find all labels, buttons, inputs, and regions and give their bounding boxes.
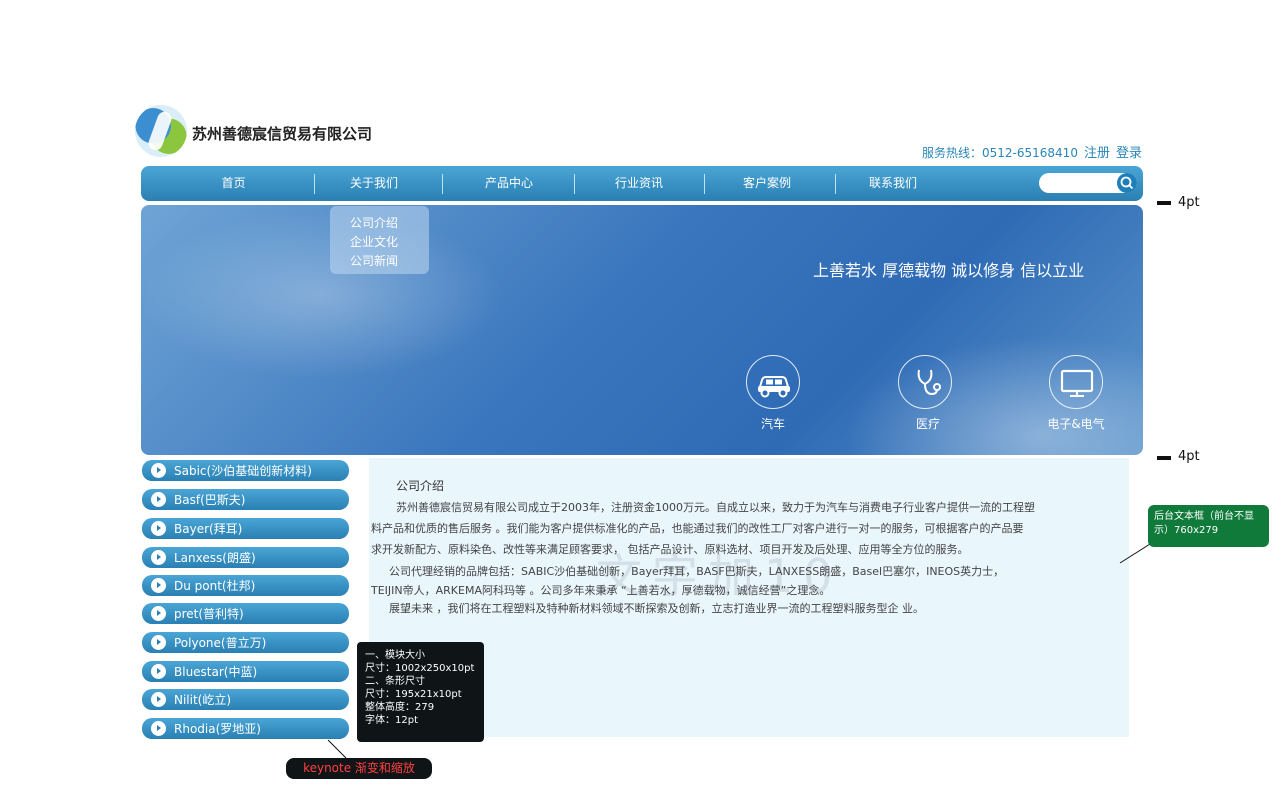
sidebar-item-nilit[interactable]: Nilit(屹立) bbox=[142, 689, 349, 710]
arrow-bullet-icon bbox=[151, 664, 166, 679]
sidebar-item-pret[interactable]: pret(普利特) bbox=[142, 603, 349, 624]
nav-industry-news[interactable]: 行业资讯 bbox=[589, 166, 689, 201]
sidebar-item-label: Nilit(屹立) bbox=[174, 693, 232, 707]
arrow-bullet-icon bbox=[151, 635, 166, 650]
dropdown-item-news[interactable]: 公司新闻 bbox=[350, 252, 398, 269]
arrow-bullet-icon bbox=[151, 606, 166, 621]
content-paragraph-line: 展望未来 ，我们将在工程塑料及特种新材料领域不断探索及创新，立志打造业界一流的工… bbox=[389, 602, 924, 615]
dropdown-item-intro[interactable]: 公司介绍 bbox=[350, 214, 398, 231]
dimension-label-bottom: 4pt bbox=[1178, 449, 1200, 464]
nav-divider bbox=[314, 174, 315, 194]
nav-about[interactable]: 关于我们 bbox=[324, 166, 424, 201]
stethoscope-icon bbox=[917, 369, 941, 396]
keynote-annotation: keynote 渐变和缩放 bbox=[286, 758, 432, 779]
spec-line: 整体高度：279 bbox=[365, 702, 435, 713]
arrow-bullet-icon bbox=[151, 521, 166, 536]
spec-line: 一、模块大小 bbox=[365, 650, 425, 661]
content-paragraph-line: 料产品和优质的售后服务 。我们能为客户提供标准化的产品，也能通过我们的改性工厂对… bbox=[371, 522, 1024, 535]
feature-medical-label: 医疗 bbox=[915, 417, 940, 431]
main-nav: 首页 关于我们 产品中心 行业资讯 客户案例 联系我们 bbox=[141, 166, 1143, 201]
spec-line: 尺寸：1002x250x10pt bbox=[365, 663, 475, 674]
feature-medical[interactable] bbox=[898, 355, 952, 409]
feature-car[interactable] bbox=[746, 355, 800, 409]
nav-divider bbox=[574, 174, 575, 194]
company-logo-icon[interactable] bbox=[135, 105, 187, 157]
spec-annotation: 一、模块大小 尺寸：1002x250x10pt 二、条形尺寸 尺寸：195x21… bbox=[357, 642, 484, 742]
nav-cases[interactable]: 客户案例 bbox=[717, 166, 817, 201]
register-link[interactable]: 注册 bbox=[1084, 142, 1110, 161]
feature-electronics[interactable] bbox=[1049, 355, 1103, 409]
sidebar-item-dupont[interactable]: Du pont(杜邦) bbox=[142, 575, 349, 596]
company-name: 苏州善德宸信贸易有限公司 bbox=[192, 125, 373, 143]
search-button[interactable] bbox=[1117, 173, 1137, 193]
sidebar-item-bayer[interactable]: Bayer(拜耳) bbox=[142, 518, 349, 539]
spec-line: 字体：12pt bbox=[365, 715, 418, 726]
sidebar-item-label: Bayer(拜耳) bbox=[174, 522, 243, 536]
sidebar-item-label: Du pont(杜邦) bbox=[174, 579, 256, 593]
sidebar-item-label: Sabic(沙伯基础创新材料) bbox=[174, 464, 312, 478]
keynote-leader-line bbox=[327, 739, 347, 759]
sidebar-item-basf[interactable]: Basf(巴斯夫) bbox=[142, 489, 349, 510]
sidebar-item-label: Polyone(普立万) bbox=[174, 636, 267, 650]
car-icon bbox=[758, 376, 790, 398]
arrow-bullet-icon bbox=[151, 721, 166, 736]
service-hotline: 服务热线：0512-65168410 bbox=[922, 146, 1078, 160]
sidebar-item-label: Bluestar(中蓝) bbox=[174, 665, 258, 679]
arrow-bullet-icon bbox=[151, 463, 166, 478]
magnifier-icon bbox=[1120, 176, 1134, 190]
textbox-leader-line bbox=[1119, 543, 1151, 564]
arrow-bullet-icon bbox=[151, 550, 166, 565]
spec-line: 尺寸：195x21x10pt bbox=[365, 689, 462, 700]
content-title: 公司介绍 bbox=[396, 479, 445, 493]
textbox-annotation: 后台文本框（前台不显示）760x279 bbox=[1148, 505, 1269, 547]
sidebar-item-label: Basf(巴斯夫) bbox=[174, 493, 246, 507]
spec-line: 二、条形尺寸 bbox=[365, 676, 425, 687]
sidebar-item-label: pret(普利特) bbox=[174, 607, 244, 621]
dimension-marker bbox=[1157, 456, 1171, 460]
feature-car-label: 汽车 bbox=[760, 417, 785, 431]
nav-products[interactable]: 产品中心 bbox=[459, 166, 559, 201]
dimension-marker bbox=[1157, 201, 1171, 205]
dropdown-item-culture[interactable]: 企业文化 bbox=[350, 233, 398, 250]
nav-divider bbox=[835, 174, 836, 194]
sidebar-item-lanxess[interactable]: Lanxess(朗盛) bbox=[142, 547, 349, 568]
sidebar-item-rhodia[interactable]: Rhodia(罗地亚) bbox=[142, 718, 349, 739]
monitor-icon bbox=[1060, 369, 1094, 397]
arrow-bullet-icon bbox=[151, 692, 166, 707]
nav-divider bbox=[704, 174, 705, 194]
content-paragraph-line: 苏州善德宸信贸易有限公司成立于2003年，注册资金1000万元。自成立以来，致力… bbox=[396, 501, 1035, 514]
login-link[interactable]: 登录 bbox=[1116, 142, 1142, 161]
nav-home[interactable]: 首页 bbox=[181, 166, 286, 201]
about-dropdown-menu: 公司介绍 企业文化 公司新闻 bbox=[330, 206, 429, 274]
arrow-bullet-icon bbox=[151, 578, 166, 593]
sidebar-item-sabic[interactable]: Sabic(沙伯基础创新材料) bbox=[142, 460, 349, 481]
hero-banner: 汽车 医疗 电子&电气 bbox=[141, 205, 1143, 455]
content-paragraph-line: 公司代理经销的品牌包括：SABIC沙伯基础创新，Bayer拜耳，BASF巴斯夫，… bbox=[389, 565, 1005, 578]
arrow-bullet-icon bbox=[151, 492, 166, 507]
sidebar-item-label: Rhodia(罗地亚) bbox=[174, 722, 261, 736]
sidebar-item-polyone[interactable]: Polyone(普立万) bbox=[142, 632, 349, 653]
nav-contact[interactable]: 联系我们 bbox=[843, 166, 943, 201]
banner-slogan: 上善若水 厚德载物 诚以修身 信以立业 bbox=[813, 261, 1085, 280]
feature-electronics-label: 电子&电气 bbox=[1047, 417, 1105, 431]
content-paragraph-line: 求开发新配方、原料染色、改性等来满足顾客要求， 包括产品设计、原料选材、项目开发… bbox=[371, 543, 969, 556]
sidebar-item-bluestar[interactable]: Bluestar(中蓝) bbox=[142, 661, 349, 682]
nav-divider bbox=[442, 174, 443, 194]
sidebar-item-label: Lanxess(朗盛) bbox=[174, 551, 256, 565]
dimension-label-top: 4pt bbox=[1178, 195, 1200, 210]
